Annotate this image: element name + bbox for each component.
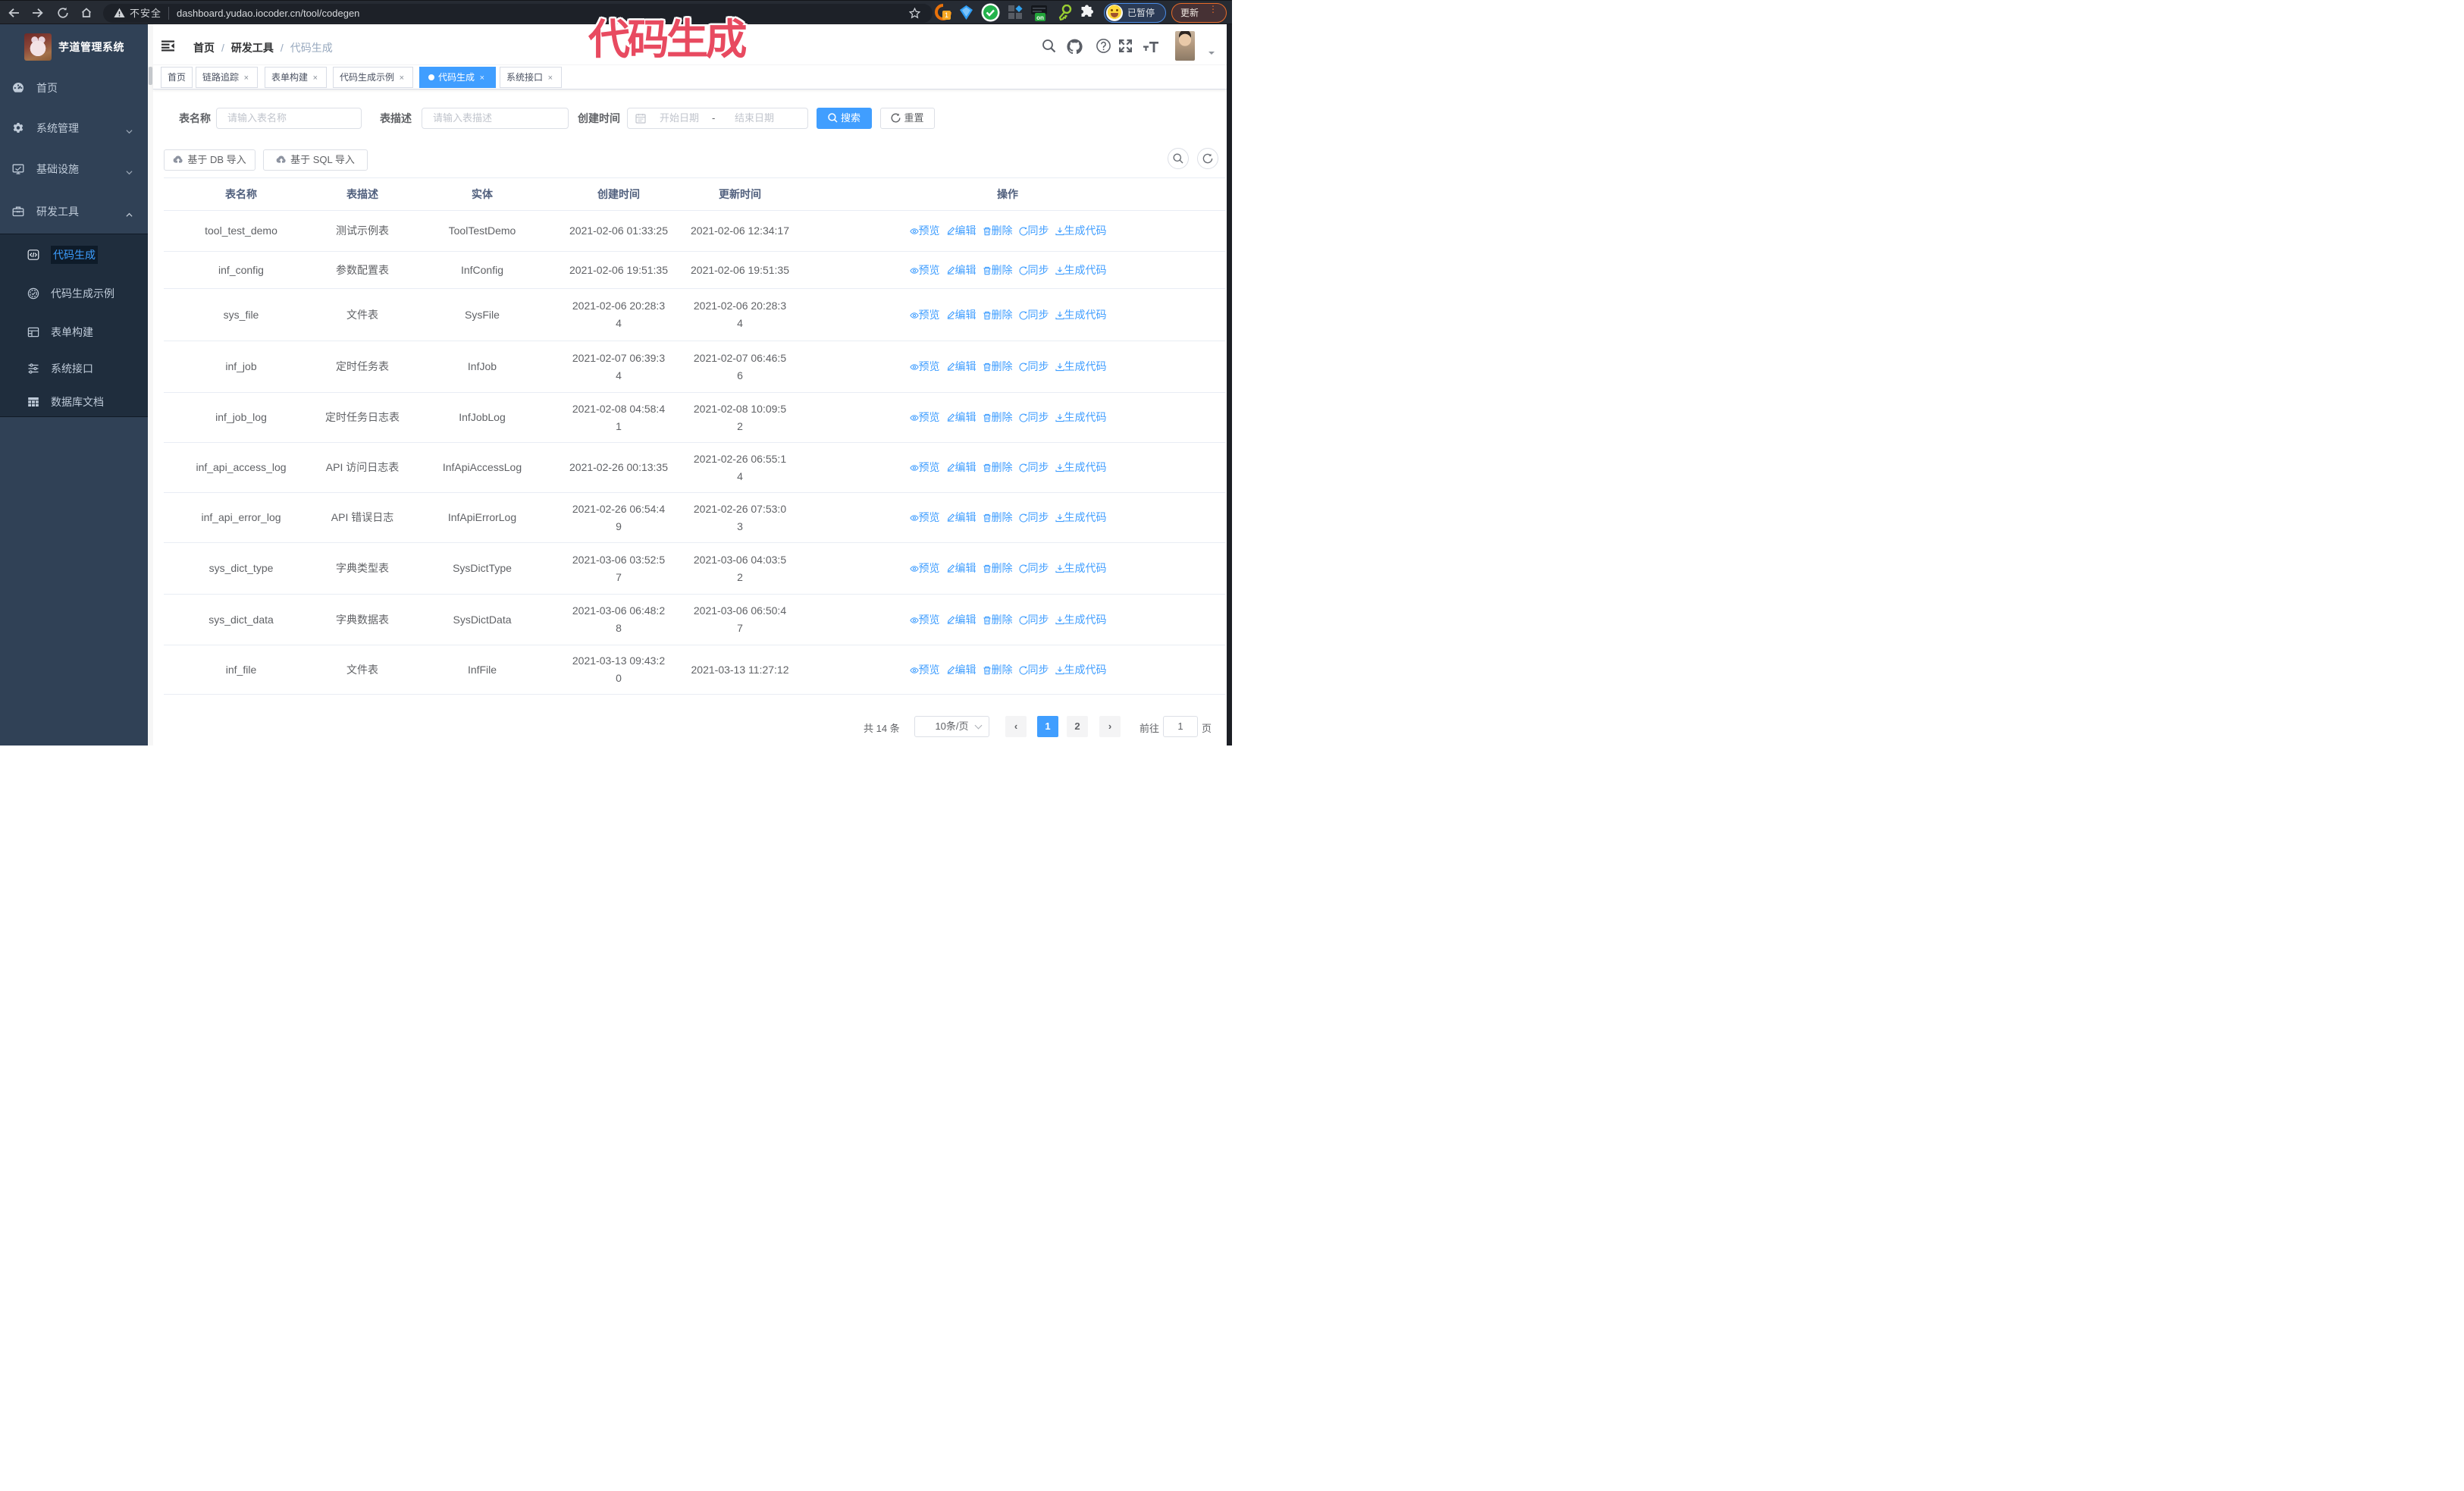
svg-text:1: 1 bbox=[945, 11, 948, 19]
svg-text:on: on bbox=[1036, 14, 1044, 21]
